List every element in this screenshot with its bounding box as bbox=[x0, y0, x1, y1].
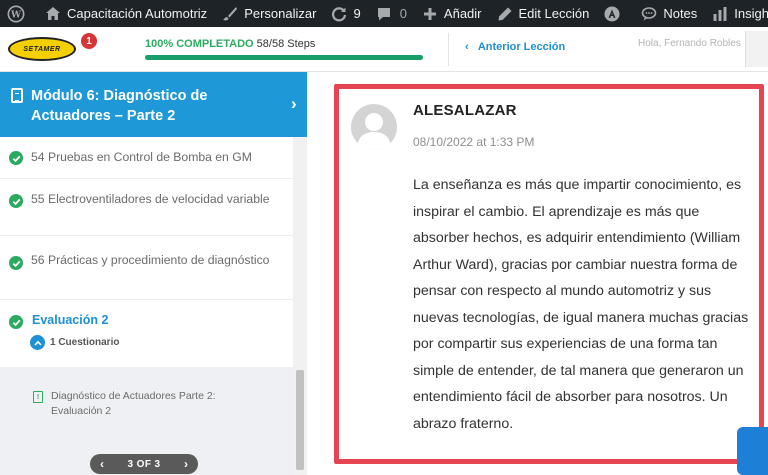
module-header[interactable]: Módulo 6: Diagnóstico de Actuadores – Pa… bbox=[0, 72, 307, 137]
check-circle-icon bbox=[9, 194, 23, 208]
lesson-label: 54 Pruebas en Control de Bomba en GM bbox=[31, 150, 252, 164]
insights-label: Insights bbox=[734, 6, 768, 21]
pager-text: 3 OF 3 bbox=[127, 458, 161, 470]
lesson-label: 55 Electroventiladores de velocidad vari… bbox=[31, 192, 270, 206]
lesson-item[interactable]: 56 Prácticas y procedimiento de diagnóst… bbox=[0, 236, 293, 300]
pager-next-icon[interactable]: › bbox=[179, 457, 193, 471]
sidebar-pager: ‹ 3 OF 3 › bbox=[90, 454, 198, 474]
notes-link[interactable]: Notes bbox=[633, 0, 704, 27]
svg-text:W: W bbox=[10, 10, 22, 20]
evaluation-label: Evaluación 2 bbox=[32, 313, 109, 327]
module-title: Módulo 6: Diagnóstico de Actuadores – Pa… bbox=[31, 88, 208, 124]
pager-prev-icon[interactable]: ‹ bbox=[95, 457, 109, 471]
lesson-label: 56 Prácticas y procedimiento de diagnóst… bbox=[31, 253, 270, 267]
lesson-item[interactable]: 54 Pruebas en Control de Bomba en GM bbox=[0, 137, 293, 179]
comments-count: 0 bbox=[399, 6, 407, 21]
progress-bar bbox=[145, 55, 423, 60]
ai-menu[interactable] bbox=[596, 0, 633, 27]
new-content-menu[interactable]: Añadir bbox=[414, 0, 489, 27]
header-divider bbox=[448, 33, 449, 66]
chevron-right-icon[interactable]: › bbox=[291, 94, 297, 114]
course-header: SETAMER 1 100% COMPLETADO 58/58 Steps ‹ … bbox=[0, 27, 768, 72]
comment-avatar bbox=[351, 104, 397, 150]
bar-chart-icon bbox=[711, 5, 729, 23]
admin-bar: W Capacitación Automotriz Personalizar 9… bbox=[0, 0, 768, 27]
main-content: ALESALAZAR 08/10/2022 at 1:33 PM La ense… bbox=[307, 72, 768, 475]
evaluation-item[interactable]: Evaluación 2 1 Cuestionario bbox=[0, 300, 293, 367]
plus-icon bbox=[421, 5, 439, 23]
site-name-label: Capacitación Automotriz bbox=[67, 6, 208, 21]
check-circle-icon bbox=[9, 256, 23, 270]
progress-steps: 58/58 Steps bbox=[256, 38, 316, 50]
course-progress-text: 100% COMPLETADO 58/58 Steps bbox=[145, 38, 315, 50]
previous-lesson-label: Anterior Lección bbox=[477, 41, 566, 53]
updates-link[interactable]: 9 bbox=[323, 0, 367, 27]
user-avatar[interactable] bbox=[745, 31, 768, 67]
site-logo[interactable]: SETAMER bbox=[8, 37, 76, 61]
comments-link[interactable]: 0 bbox=[368, 0, 414, 27]
scrollbar-thumb[interactable] bbox=[296, 370, 304, 470]
document-icon bbox=[11, 88, 23, 103]
pencil-icon bbox=[496, 5, 514, 23]
updates-count: 9 bbox=[353, 6, 361, 21]
customize-link[interactable]: Personalizar bbox=[214, 0, 323, 27]
edit-lesson-label: Edit Lección bbox=[518, 6, 590, 21]
chevron-left-icon: ‹ bbox=[465, 41, 478, 53]
logo-text: SETAMER bbox=[23, 45, 61, 53]
progress-bar-fill bbox=[145, 55, 423, 60]
insights-link[interactable]: Insights bbox=[704, 0, 768, 27]
comment-author: ALESALAZAR bbox=[413, 102, 517, 119]
wordpress-logo-button[interactable]: W bbox=[0, 0, 37, 27]
check-circle-icon bbox=[9, 151, 23, 165]
notes-label: Notes bbox=[663, 6, 698, 21]
user-greeting[interactable]: Hola, Fernando Robles bbox=[638, 38, 741, 49]
comment-body: La enseñanza es más que impartir conocim… bbox=[413, 177, 749, 432]
speech-bubble-icon bbox=[640, 5, 658, 23]
new-content-label: Añadir bbox=[443, 6, 482, 21]
comment-bubble-icon bbox=[375, 5, 393, 23]
brush-icon bbox=[221, 5, 239, 23]
quiz-icon: ! bbox=[33, 391, 43, 403]
sidebar-scrollbar[interactable] bbox=[293, 137, 307, 475]
previous-lesson-link[interactable]: ‹ Anterior Lección bbox=[465, 41, 565, 53]
edit-lesson-link[interactable]: Edit Lección bbox=[489, 0, 597, 27]
letter-a-circle-icon bbox=[603, 5, 621, 23]
course-sidebar: Módulo 6: Diagnóstico de Actuadores – Pa… bbox=[0, 72, 307, 475]
customize-label: Personalizar bbox=[244, 6, 317, 21]
progress-percent: 100% COMPLETADO bbox=[145, 38, 254, 50]
quiz-label: Diagnóstico de Actuadores Parte 2: Evalu… bbox=[51, 390, 216, 417]
comment-date[interactable]: 08/10/2022 at 1:33 PM bbox=[413, 135, 534, 149]
wordpress-icon: W bbox=[7, 5, 25, 23]
floating-action-button[interactable] bbox=[737, 427, 768, 475]
lesson-item[interactable]: 55 Electroventiladores de velocidad vari… bbox=[0, 179, 293, 236]
notification-badge[interactable]: 1 bbox=[81, 33, 97, 49]
quiz-count: 1 Cuestionario bbox=[50, 337, 120, 348]
home-icon bbox=[44, 5, 62, 23]
updates-icon bbox=[330, 5, 348, 23]
chevron-up-icon[interactable] bbox=[30, 335, 45, 350]
check-circle-icon bbox=[9, 315, 23, 329]
site-name-menu[interactable]: Capacitación Automotriz bbox=[37, 0, 214, 27]
